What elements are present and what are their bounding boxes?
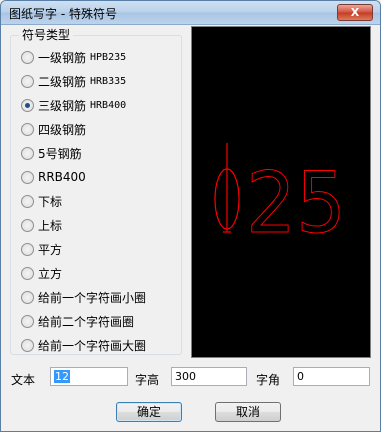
radio-button[interactable] <box>21 194 34 208</box>
option-code: HRB400 <box>90 99 127 111</box>
title-bar[interactable]: 图纸写字 - 特殊符号 X <box>1 1 380 25</box>
window-title: 图纸写字 - 特殊符号 <box>9 7 117 21</box>
text-input[interactable]: 12 <box>50 367 128 386</box>
option-label: 三级钢筋 <box>38 98 87 113</box>
angle-field-label: 字角 <box>256 373 281 387</box>
radio-button[interactable] <box>21 50 34 64</box>
text-input-value: 12 <box>54 370 70 383</box>
symbol-preview-canvas: 25 <box>191 26 371 358</box>
symbol-option[interactable]: 平方 <box>21 241 62 257</box>
preview-drawing: 25 <box>214 143 347 253</box>
option-label: 5号钢筋 <box>38 146 82 161</box>
rebar-symbol <box>214 143 240 233</box>
option-label: 上标 <box>38 218 63 233</box>
option-label: RRB400 <box>38 170 86 184</box>
radio-button[interactable] <box>21 98 34 112</box>
option-label: 立方 <box>38 266 63 281</box>
dialog-window: 图纸写字 - 特殊符号 X 符号类型 一级钢筋 HPB235 二级钢筋 HRB335 三… <box>0 0 381 432</box>
height-input[interactable]: 300 <box>171 367 247 386</box>
symbol-option[interactable]: 下标 <box>21 193 62 209</box>
option-label: 给前一个字符画小圈 <box>38 290 147 305</box>
symbol-option[interactable]: 给前二个字符画圈 <box>21 313 134 329</box>
radio-button[interactable] <box>21 74 34 88</box>
symbol-option[interactable]: 给前一个字符画小圈 <box>21 289 146 305</box>
symbol-type-legend: 符号类型 <box>19 26 74 43</box>
option-code: HRB335 <box>90 75 127 87</box>
angle-input[interactable]: 0 <box>293 367 370 386</box>
symbol-option[interactable]: 立方 <box>21 265 62 281</box>
option-label: 一级钢筋 <box>38 50 87 65</box>
close-button[interactable]: X <box>337 4 373 21</box>
radio-button[interactable] <box>21 266 34 280</box>
option-label: 二级钢筋 <box>38 74 87 89</box>
cancel-button[interactable]: 取消 <box>215 402 281 422</box>
radio-button[interactable] <box>21 242 34 256</box>
symbol-option[interactable]: 二级钢筋 HRB335 <box>21 73 126 89</box>
radio-button[interactable] <box>21 218 34 232</box>
option-label: 给前二个字符画圈 <box>38 314 135 329</box>
radio-button[interactable] <box>21 290 34 304</box>
height-field-label: 字高 <box>135 373 160 387</box>
preview-text: 25 <box>246 154 346 252</box>
radio-button[interactable] <box>21 122 34 136</box>
option-label: 四级钢筋 <box>38 122 87 137</box>
radio-button[interactable] <box>21 338 34 352</box>
symbol-option[interactable]: 上标 <box>21 217 62 233</box>
symbol-option[interactable]: 三级钢筋 HRB400 <box>21 97 126 113</box>
ok-button[interactable]: 确定 <box>116 402 182 422</box>
symbol-option[interactable]: 给前一个字符画大圈 <box>21 337 146 353</box>
symbol-option[interactable]: RRB400 <box>21 169 86 185</box>
radio-button[interactable] <box>21 170 34 184</box>
symbol-option[interactable]: 四级钢筋 <box>21 121 86 137</box>
option-code: HPB235 <box>90 51 127 63</box>
symbol-option[interactable]: 5号钢筋 <box>21 145 82 161</box>
option-label: 下标 <box>38 194 63 209</box>
text-field-label: 文本 <box>11 373 36 387</box>
option-label: 平方 <box>38 242 63 257</box>
symbol-option[interactable]: 一级钢筋 HPB235 <box>21 49 126 65</box>
option-label: 给前一个字符画大圈 <box>38 338 147 353</box>
radio-button[interactable] <box>21 314 34 328</box>
radio-button[interactable] <box>21 146 34 160</box>
